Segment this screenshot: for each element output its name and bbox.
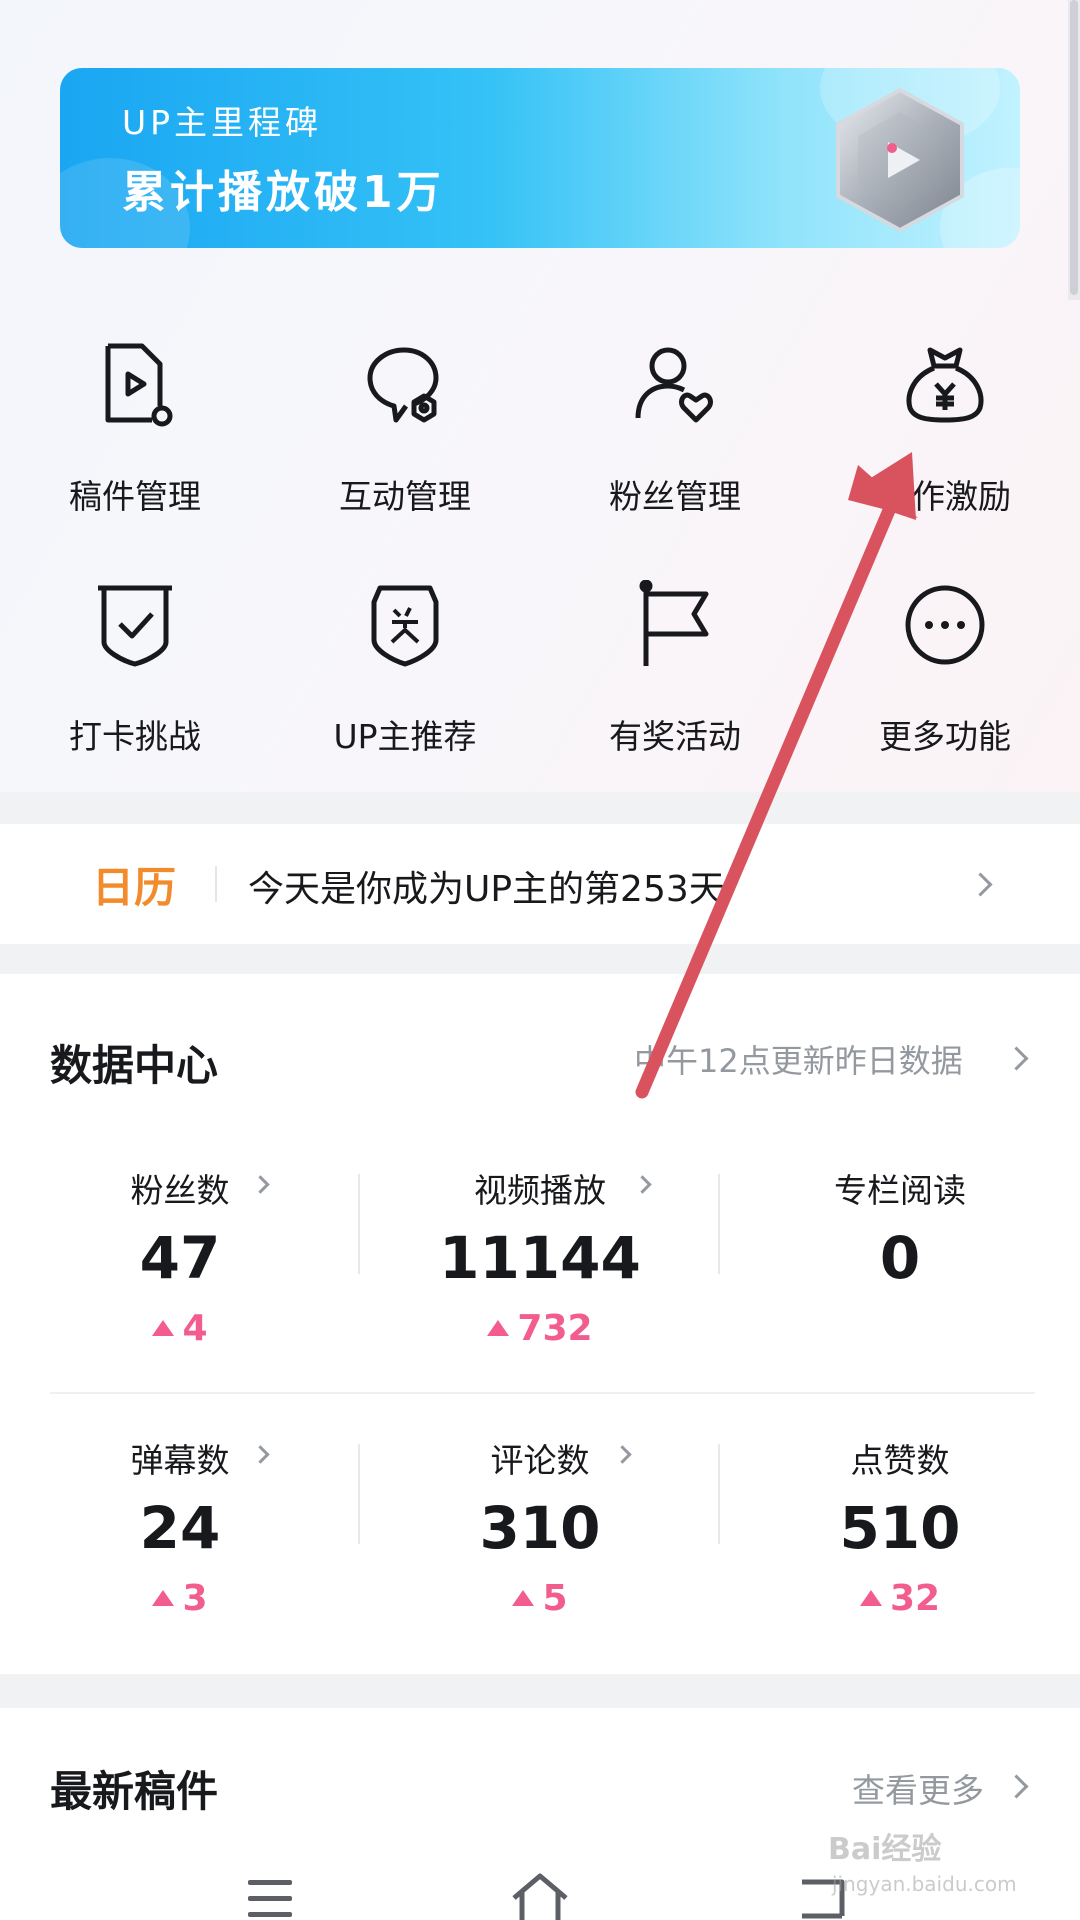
stat-value: 24 [139, 1494, 221, 1562]
data-center-title: 数据中心 [50, 1041, 219, 1090]
stat-delta: 4 [0, 1308, 360, 1349]
tool-label: 粉丝管理 [609, 477, 741, 516]
home-icon[interactable] [508, 1872, 572, 1920]
silver-play-badge-icon [836, 87, 964, 233]
checkin-shield-icon [98, 585, 172, 667]
up-triangle-icon [859, 1590, 882, 1606]
stat-delta: 5 [360, 1578, 720, 1619]
chevron-right-icon [1004, 1046, 1029, 1071]
stat-column-reads: 专栏阅读 0 [720, 1164, 1080, 1364]
tool-label: 打卡挑战 [69, 717, 201, 756]
tool-label: 互动管理 [339, 477, 471, 516]
baidu-watermark-url: jingyan.baidu.com [832, 1872, 1017, 1896]
tool-more-features[interactable]: 更多功能 [810, 580, 1080, 760]
award-badge-icon [371, 585, 439, 667]
tool-manuscript-management[interactable]: 稿件管理 [0, 340, 270, 520]
stat-value: 0 [879, 1224, 921, 1292]
scrollbar-thumb[interactable] [1070, 0, 1078, 295]
tool-prize-activities[interactable]: 有奖活动 [540, 580, 810, 760]
up-triangle-icon [152, 1320, 175, 1336]
flag-icon [639, 580, 709, 666]
banner-title: 累计播放破1万 [122, 167, 445, 218]
stat-label: 专栏阅读 [834, 1171, 966, 1210]
money-bag-icon [906, 347, 984, 423]
stat-delta-value: 3 [182, 1578, 208, 1619]
stat-danmaku[interactable]: 弹幕数 24 3 [0, 1434, 360, 1634]
calendar-divider [215, 866, 217, 902]
fans-icon [635, 347, 713, 423]
tool-up-recommend[interactable]: UP主推荐 [270, 580, 540, 760]
stat-value: 310 [479, 1494, 601, 1562]
stat-delta-value: 5 [542, 1578, 568, 1619]
tool-checkin-challenge[interactable]: 打卡挑战 [0, 580, 270, 760]
section-divider [0, 1674, 1080, 1708]
chevron-right-icon [968, 872, 993, 897]
menu-icon[interactable] [246, 1878, 294, 1920]
up-triangle-icon [152, 1590, 175, 1606]
tool-label: 更多功能 [879, 717, 1011, 756]
stat-likes: 点赞数 510 32 [720, 1434, 1080, 1634]
stat-delta: 32 [720, 1578, 1080, 1619]
stat-comments[interactable]: 评论数 310 5 [360, 1434, 720, 1634]
baidu-watermark-logo: Bai经验 [828, 1832, 942, 1867]
tool-label: 创作激励 [879, 477, 1011, 516]
latest-title: 最新稿件 [50, 1767, 219, 1816]
stat-label: 视频播放 [474, 1171, 606, 1210]
banner-subtitle: UP主里程碑 [122, 103, 323, 142]
stat-video-plays[interactable]: 视频播放 11144 732 [360, 1164, 720, 1364]
tool-label: 有奖活动 [609, 717, 741, 756]
manuscript-icon [105, 343, 173, 427]
tool-label: 稿件管理 [69, 477, 201, 516]
stat-delta-value: 4 [182, 1308, 208, 1349]
section-divider [0, 792, 1080, 824]
tool-creation-incentive[interactable]: 创作激励 [810, 340, 1080, 520]
row-divider [50, 1392, 1035, 1394]
more-icon [905, 585, 985, 665]
stat-value: 47 [139, 1224, 221, 1292]
stat-label: 弹幕数 [130, 1441, 230, 1480]
interaction-icon [367, 347, 439, 423]
stat-value: 510 [839, 1494, 961, 1562]
milestone-banner[interactable]: UP主里程碑 累计播放破1万 [60, 68, 1020, 248]
stat-value: 11144 [439, 1224, 641, 1292]
stat-label: 评论数 [490, 1441, 590, 1480]
tool-fans-management[interactable]: 粉丝管理 [540, 340, 810, 520]
stat-delta: 732 [360, 1308, 720, 1349]
stat-delta-value: 732 [517, 1308, 593, 1349]
tool-label: UP主推荐 [333, 717, 477, 756]
calendar-text: 今天是你成为UP主的第253天 [248, 869, 725, 910]
data-center: 数据中心 中午12点更新昨日数据 粉丝数 47 4 视频播放 11144 732… [0, 974, 1080, 1674]
calendar-row[interactable]: 日历 今天是你成为UP主的第253天 [0, 824, 1080, 944]
tool-grid: 稿件管理 互动管理 粉丝管理 创作激励 打卡挑战 UP主推荐 有奖活动 更多功能 [0, 330, 1080, 760]
view-more-link[interactable]: 查看更多 [852, 1764, 984, 1812]
data-center-update-note[interactable]: 中午12点更新昨日数据 [634, 1036, 963, 1082]
section-divider [0, 944, 1080, 974]
stat-delta: 3 [0, 1578, 360, 1619]
stat-label: 点赞数 [850, 1441, 950, 1480]
stat-label: 粉丝数 [130, 1171, 230, 1210]
tool-interaction-management[interactable]: 互动管理 [270, 340, 540, 520]
calendar-tag: 日历 [92, 863, 177, 912]
scrollbar-track[interactable] [1068, 0, 1080, 300]
up-triangle-icon [487, 1320, 510, 1336]
stat-fans[interactable]: 粉丝数 47 4 [0, 1164, 360, 1364]
chevron-right-icon [1004, 1774, 1029, 1799]
up-triangle-icon [512, 1590, 535, 1606]
stat-delta-value: 32 [889, 1578, 941, 1619]
